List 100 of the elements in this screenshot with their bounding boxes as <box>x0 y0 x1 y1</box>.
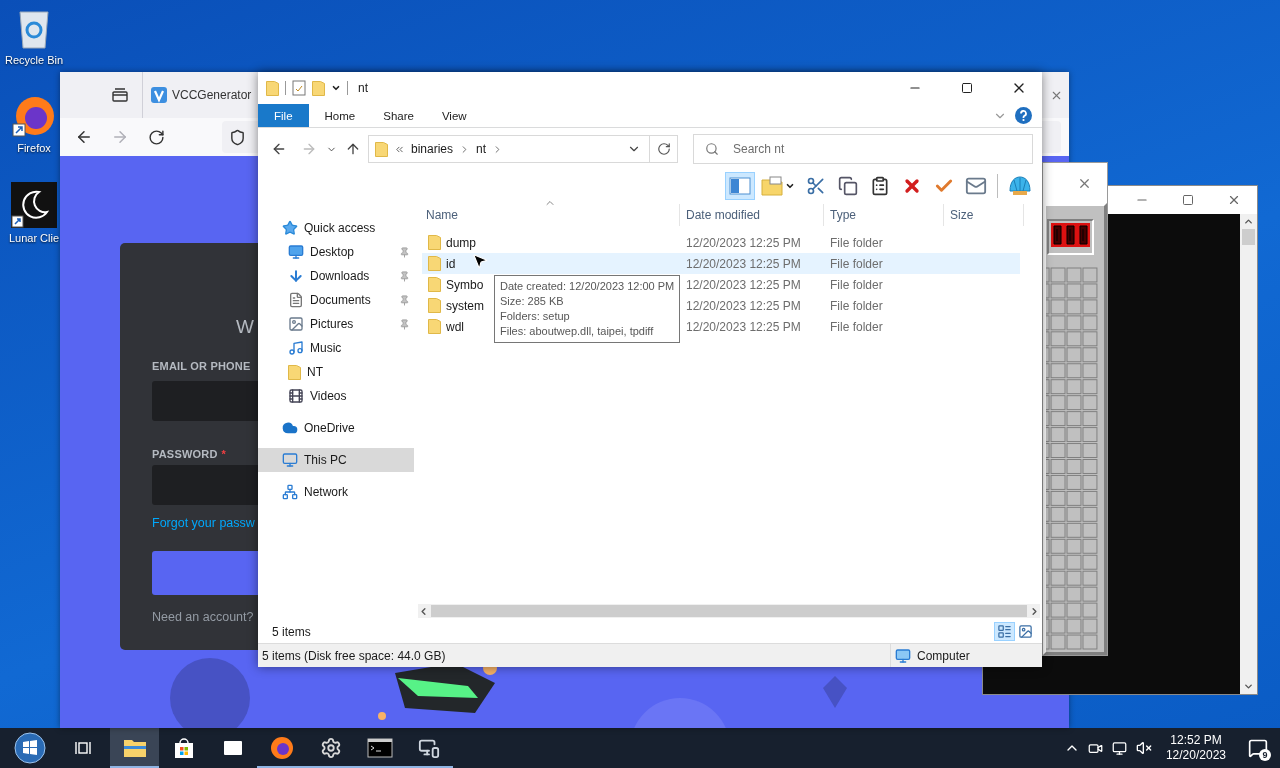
password-field[interactable] <box>152 465 258 505</box>
file-info-tooltip: Date created: 12/20/2023 12:00 PM Size: 285 KB Folders: setup Files: aboutwep.dll, taipei, tpdiff <box>494 275 681 343</box>
desktop-shortcut[interactable]: Lunar Clie <box>4 182 64 244</box>
refresh-button[interactable] <box>650 135 678 163</box>
forgot-password-link[interactable]: Forgot your passw <box>152 516 255 530</box>
status-text: 5 items (Disk free space: 44.0 GB) <box>261 648 447 663</box>
network-icon <box>282 484 298 500</box>
item-count: 5 items <box>272 624 312 639</box>
close-icon <box>1227 193 1241 207</box>
network-icon <box>1112 740 1128 756</box>
picture-icon <box>288 316 304 332</box>
scissors-icon <box>806 175 826 196</box>
ribbon-tab[interactable]: File <box>258 104 309 127</box>
taskbar-app[interactable] <box>110 728 159 768</box>
date-cell-text: 12/20/2023 12:25 PM <box>685 277 802 292</box>
customize-button[interactable] <box>331 83 341 93</box>
terminal-icon <box>366 738 393 758</box>
music-note-icon <box>288 340 304 356</box>
forward-arrow-icon <box>111 128 129 146</box>
horizontal-scrollbar[interactable] <box>418 604 1040 618</box>
notification-count: 9 <box>1259 749 1271 761</box>
copy-icon <box>838 175 858 196</box>
nav-item[interactable]: Music <box>258 336 414 360</box>
nav-item[interactable]: This PC <box>258 448 414 472</box>
notifications-button[interactable]: 9 <box>1236 728 1280 768</box>
folder-icon <box>312 80 325 96</box>
address-bar[interactable]: binaries nt <box>368 135 650 163</box>
column-header[interactable]: Date modified <box>680 204 824 226</box>
date-cell-text: 12/20/2023 12:25 PM <box>685 235 802 250</box>
date-cell-text: 12/20/2023 12:25 PM <box>685 319 802 334</box>
gear-icon <box>319 737 342 759</box>
ribbon-tab[interactable]: Share <box>369 104 428 127</box>
column-header[interactable]: Name <box>422 204 680 226</box>
location-text: Computer <box>917 648 970 663</box>
task-view-icon <box>74 740 92 756</box>
window-title: nt <box>358 81 368 95</box>
download-arrow-icon <box>288 268 304 284</box>
tab-list-button[interactable] <box>110 85 130 105</box>
checklist-icon <box>292 80 306 96</box>
folder-icon <box>428 235 441 250</box>
scroll-thumb[interactable] <box>1242 229 1255 245</box>
ribbon-tab[interactable]: Home <box>310 104 370 127</box>
shopping-bag-icon <box>172 737 195 759</box>
help-icon <box>1015 107 1032 124</box>
column-header[interactable]: Type <box>824 204 944 226</box>
large-icons-view-icon <box>1018 624 1033 639</box>
search-field[interactable]: Search nt <box>693 134 1033 164</box>
nav-item[interactable]: Network <box>258 480 414 504</box>
nav-item[interactable]: NT <box>258 360 414 384</box>
breadcrumb-item[interactable]: nt <box>476 142 487 156</box>
folder-icon <box>428 298 441 313</box>
maximize-icon <box>961 82 973 94</box>
folder-icon <box>122 738 147 758</box>
scrollbar[interactable] <box>1240 214 1257 694</box>
nav-item[interactable]: Videos <box>258 384 414 408</box>
type-cell-text: File folder <box>829 277 884 292</box>
password-label: PASSWORD * <box>152 447 227 461</box>
email-field[interactable] <box>152 381 258 421</box>
moon-shortcut-icon <box>11 182 57 228</box>
ribbon-tab[interactable]: View <box>427 104 481 127</box>
folder-icon <box>428 277 441 292</box>
computer-icon <box>282 452 298 468</box>
file-name: id <box>428 256 456 271</box>
file-name: wdl <box>428 319 464 334</box>
folder-icon <box>428 256 441 271</box>
properties-button[interactable] <box>292 80 306 96</box>
cloud-icon <box>282 420 298 436</box>
maximize-icon <box>1182 194 1194 206</box>
breadcrumb-item[interactable]: binaries <box>411 142 454 156</box>
file-row[interactable]: id 12/20/2023 12:25 PM File folder <box>422 253 1020 274</box>
nav-item[interactable]: Documents <box>258 288 414 312</box>
login-heading: W <box>236 315 254 339</box>
refresh-icon <box>656 142 671 156</box>
clipboard-icon <box>870 175 890 196</box>
nav-item[interactable]: Downloads <box>258 264 414 288</box>
file-name: dump <box>428 235 477 250</box>
email-label: EMAIL OR PHONE <box>152 359 251 373</box>
folder-icon <box>266 80 279 96</box>
computer-icon <box>895 647 911 664</box>
view-mode-button[interactable] <box>994 622 1015 641</box>
shield-icon <box>229 128 246 146</box>
column-header[interactable]: Size <box>944 204 1024 226</box>
file-name: Symbo <box>428 277 484 292</box>
digit-counter-drawing <box>1051 223 1090 247</box>
nav-item[interactable]: Quick access <box>258 216 414 240</box>
film-icon <box>288 388 304 404</box>
scroll-down-icon <box>1243 681 1254 692</box>
monitor-icon <box>417 737 440 759</box>
caret-icon <box>331 83 341 93</box>
scroll-thumb[interactable] <box>431 605 1027 617</box>
type-cell-text: File folder <box>829 235 884 250</box>
nav-item[interactable]: Desktop <box>258 240 414 264</box>
type-cell-text: File folder <box>829 298 884 313</box>
clock[interactable]: 12:52 PM 12/20/2023 <box>1155 733 1236 763</box>
desktop-shortcut[interactable]: Recycle Bin <box>4 6 64 66</box>
firefox-shortcut-icon <box>12 94 56 138</box>
help-button[interactable] <box>1015 104 1032 127</box>
mouse-cursor-icon <box>471 252 489 270</box>
nav-item[interactable]: Pictures <box>258 312 414 336</box>
nav-item[interactable]: OneDrive <box>258 416 414 440</box>
